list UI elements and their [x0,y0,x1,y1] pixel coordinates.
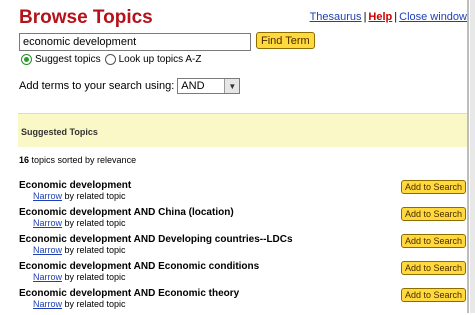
radio-unchecked-icon[interactable] [104,54,116,65]
add-to-search-button[interactable]: Add to Search [400,234,466,248]
thesaurus-link[interactable]: Thesaurus [310,11,362,23]
topic-title: Economic development AND China (location… [19,207,234,218]
list-item: Economic development AND Economic condit… [19,261,466,288]
suggest-topics-label: Suggest topics [35,54,101,65]
mode-radio-group: Suggest topics Look up topics A-Z [21,54,205,65]
add-to-search-button[interactable]: Add to Search [400,180,466,194]
narrow-link[interactable]: Narrow [33,218,62,228]
narrow-by-text: by related topic [62,218,126,228]
help-link[interactable]: Help [368,11,392,23]
radio-checked-icon[interactable] [21,54,32,65]
narrow-link[interactable]: Narrow [33,245,62,255]
operator-select[interactable]: AND ▼ [177,78,241,94]
results-summary: 16 topics sorted by relevance [19,155,136,165]
chevron-down-icon[interactable]: ▼ [224,79,240,93]
add-to-search-button[interactable]: Add to Search [400,288,466,302]
search-input[interactable] [19,33,251,51]
topic-title: Economic development AND Developing coun… [19,234,293,245]
results-count: 16 [19,155,30,165]
list-item: Economic development AND China (location… [19,207,466,234]
operator-selected-value: AND [181,80,205,92]
close-window-link[interactable]: Close window [399,11,467,23]
results-list: Economic development Narrow by related t… [19,180,466,315]
suggested-topics-heading: Suggested Topics [21,127,98,137]
results-summary-text: topics sorted by relevance [29,155,137,165]
topic-title: Economic development [19,180,132,191]
narrow-link[interactable]: Narrow [33,272,62,282]
narrow-link[interactable]: Narrow [33,191,62,201]
list-item: Economic development Narrow by related t… [19,180,466,207]
narrow-by-text: by related topic [62,272,126,282]
lookup-topics-radio[interactable]: Look up topics A-Z [104,54,202,65]
list-item: Economic development AND Economic theory… [19,288,466,315]
list-item: Economic development AND Developing coun… [19,234,466,261]
find-term-button[interactable]: Find Term [256,32,315,49]
link-separator: | [363,11,367,23]
narrow-link[interactable]: Narrow [33,299,62,309]
page-title: Browse Topics [19,7,153,28]
top-links: Thesaurus | Help | Close window [310,11,467,23]
add-terms-label: Add terms to your search using: [19,80,175,92]
narrow-by-text: by related topic [62,299,126,309]
scrollbar[interactable] [470,0,475,313]
link-separator: | [394,11,398,23]
topic-title: Economic development AND Economic theory [19,288,240,299]
add-terms-row: Add terms to your search using: AND ▼ [19,78,241,94]
narrow-by-text: by related topic [62,191,126,201]
narrow-by-text: by related topic [62,245,126,255]
topic-title: Economic development AND Economic condit… [19,261,260,272]
lookup-topics-label: Look up topics A-Z [118,54,202,65]
add-to-search-button[interactable]: Add to Search [400,207,466,221]
suggested-topics-header: Suggested Topics [18,113,467,147]
add-to-search-button[interactable]: Add to Search [400,261,466,275]
suggest-topics-radio[interactable]: Suggest topics [21,54,101,65]
